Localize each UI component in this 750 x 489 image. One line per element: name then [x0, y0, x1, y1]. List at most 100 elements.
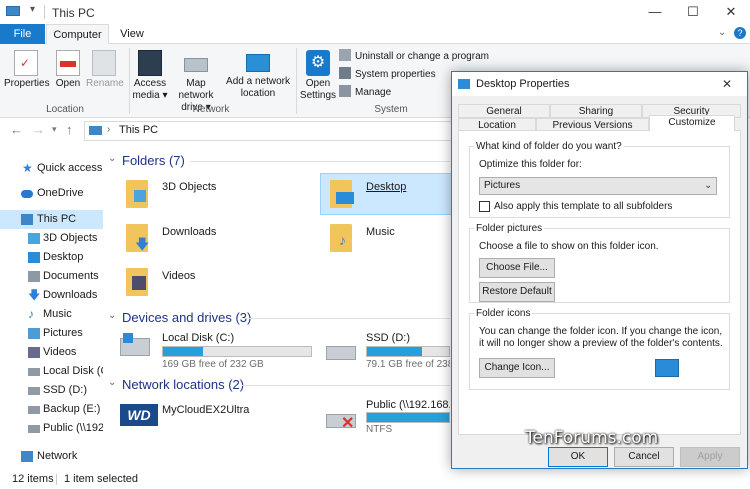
folders-header[interactable]: Folders (7): [122, 153, 185, 168]
back-arrow-icon[interactable]: ←: [10, 122, 23, 137]
section-divider: [244, 318, 450, 319]
download-icon: 🡇: [28, 288, 41, 302]
uninstall-program-button[interactable]: Uninstall or change a program: [339, 49, 489, 65]
drive-d-name[interactable]: SSD (D:): [366, 332, 410, 344]
nav-item-onedrive[interactable]: OneDrive: [0, 184, 103, 203]
help-icon[interactable]: ?: [734, 27, 746, 39]
tab-general[interactable]: General: [458, 104, 550, 118]
drive-c-info: 169 GB free of 232 GB: [162, 359, 264, 370]
properties-button[interactable]: ✓ Properties: [4, 50, 50, 90]
folder-3d-objects[interactable]: 3D Objects: [162, 181, 216, 193]
folder-desktop[interactable]: Desktop: [366, 181, 406, 193]
collapse-chevron-icon[interactable]: ⌄: [108, 153, 116, 164]
title-separator: [44, 5, 45, 19]
watermark: TenForums.com: [525, 428, 659, 448]
nav-item-music[interactable]: ♪ Music: [0, 305, 103, 324]
tab-computer[interactable]: Computer: [46, 24, 109, 44]
music-icon: ♪: [28, 307, 34, 321]
up-arrow-icon[interactable]: ↑: [66, 122, 73, 137]
access-media-button[interactable]: Access media ▾: [132, 50, 168, 102]
nav-item-3d-objects[interactable]: 3D Objects: [0, 229, 103, 248]
nav-label: Network: [37, 450, 78, 462]
nav-label: Quick access: [37, 162, 103, 174]
address-input[interactable]: › This PC: [84, 121, 454, 141]
3d-objects-folder-icon: [126, 180, 148, 208]
open-label: Open: [55, 78, 81, 89]
nav-item-videos[interactable]: Videos: [0, 343, 103, 362]
network-locations-header[interactable]: Network locations (2): [122, 377, 244, 392]
properties-icon: ✓: [14, 50, 38, 76]
system-properties-button[interactable]: System properties: [339, 67, 436, 83]
section-divider: [190, 161, 450, 162]
tab-customize[interactable]: Customize: [649, 115, 735, 131]
settings-gear-icon: ⚙: [306, 50, 330, 76]
access-media-label-1: Access: [133, 78, 167, 89]
apply-subfolders-checkbox[interactable]: [479, 201, 490, 212]
access-media-label-2: media ▾: [132, 90, 168, 101]
manage-button[interactable]: Manage: [339, 85, 391, 101]
tab-file[interactable]: File: [0, 24, 45, 44]
star-icon: ★: [22, 161, 33, 175]
tab-view[interactable]: View: [112, 24, 152, 44]
add-location-label-2: location: [240, 88, 276, 99]
minimize-icon[interactable]: —: [638, 0, 672, 24]
drive-c-usage-bar: [162, 346, 312, 357]
group-system-label: System: [374, 104, 408, 115]
manage-label: Manage: [355, 87, 392, 98]
nav-item-quick-access[interactable]: ★ Quick access: [0, 159, 103, 178]
network-public[interactable]: Public (\\192.168.1.1: [366, 399, 450, 411]
status-bar: 12 items 1 item selected: [0, 470, 750, 489]
forward-arrow-icon[interactable]: →: [32, 122, 45, 137]
nav-item-backup-e[interactable]: Backup (E:): [0, 400, 103, 419]
optimize-select[interactable]: Pictures ⌄: [479, 177, 717, 195]
devices-header[interactable]: Devices and drives (3): [122, 310, 251, 325]
dialog-close-icon[interactable]: ✕: [722, 77, 732, 91]
tab-sharing[interactable]: Sharing: [550, 104, 642, 118]
ok-button[interactable]: OK: [548, 447, 608, 467]
cancel-button[interactable]: Cancel: [614, 447, 674, 467]
folder-videos[interactable]: Videos: [162, 270, 195, 282]
nav-item-local-disk-c[interactable]: Local Disk (C:): [0, 362, 103, 381]
add-network-location-button[interactable]: Add a network location: [226, 50, 290, 100]
nav-item-network[interactable]: Network: [0, 447, 103, 466]
drive-icon: [28, 406, 40, 414]
nav-item-pictures[interactable]: Pictures: [0, 324, 103, 343]
nav-item-documents[interactable]: Documents: [0, 267, 103, 286]
rename-label: Rename: [86, 78, 124, 89]
pc-icon: [6, 6, 20, 16]
nav-item-public[interactable]: Public (\\192.1: [0, 419, 103, 438]
open-settings-label-2: Settings: [299, 90, 337, 101]
nav-item-ssd-d[interactable]: SSD (D:): [0, 381, 103, 400]
quick-access-dropdown-icon[interactable]: ▾: [30, 4, 35, 15]
folder-downloads[interactable]: Downloads: [162, 226, 216, 238]
apply-subfolders-label[interactable]: Also apply this template to all subfolde…: [494, 201, 672, 213]
drive-icon: [326, 346, 356, 360]
nav-item-desktop[interactable]: Desktop: [0, 248, 103, 267]
choose-file-button[interactable]: Choose File...: [479, 258, 555, 278]
open-button[interactable]: Open: [52, 50, 84, 90]
address-chevron-icon[interactable]: ›: [107, 124, 110, 135]
network-mycloud[interactable]: MyCloudEX2Ultra: [162, 404, 249, 416]
dialog-body: What kind of folder do you want? Optimiz…: [458, 130, 741, 435]
pc-icon: [89, 126, 102, 135]
ribbon-separator: [129, 48, 130, 114]
collapse-chevron-icon[interactable]: ⌄: [108, 310, 116, 321]
address-path[interactable]: This PC: [119, 124, 158, 136]
network-icon: [21, 451, 33, 462]
recent-dropdown-icon[interactable]: ▾: [52, 124, 57, 135]
folder-music[interactable]: Music: [366, 226, 395, 238]
drive-d-usage-bar: [366, 346, 450, 357]
collapse-ribbon-icon[interactable]: ⌄: [718, 27, 726, 38]
drive-c-name[interactable]: Local Disk (C:): [162, 332, 234, 344]
maximize-icon[interactable]: ☐: [676, 0, 710, 24]
map-drive-label-1: Map network: [178, 78, 214, 101]
group-network-label: Network: [192, 104, 230, 115]
close-icon[interactable]: ✕: [714, 0, 748, 24]
drive-d-usage-fill: [367, 347, 422, 356]
restore-default-button[interactable]: Restore Default: [479, 282, 555, 302]
nav-item-downloads[interactable]: 🡇 Downloads: [0, 286, 103, 305]
open-settings-button[interactable]: ⚙ Open Settings: [299, 50, 337, 102]
change-icon-button[interactable]: Change Icon...: [479, 358, 555, 378]
nav-item-this-pc[interactable]: This PC: [0, 210, 103, 229]
collapse-chevron-icon[interactable]: ⌄: [108, 377, 116, 388]
